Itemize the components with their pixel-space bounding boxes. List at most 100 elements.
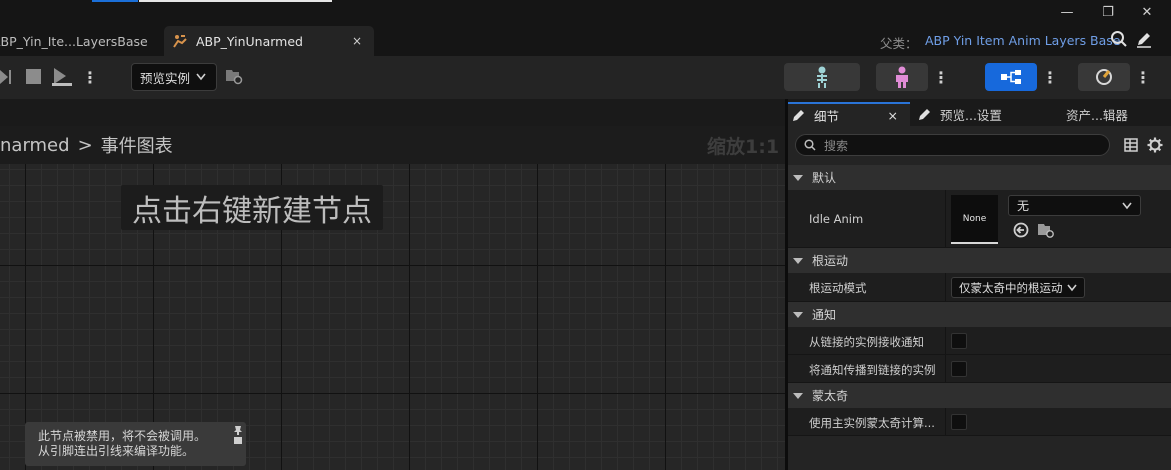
mesh-icon	[896, 66, 908, 88]
more-options-icon[interactable]: ⋮	[930, 63, 952, 91]
use-main-montage-checkbox[interactable]	[951, 414, 967, 430]
pin-icon[interactable]	[233, 425, 243, 445]
search-placeholder: 搜索	[824, 138, 849, 153]
property-label: 根运动模式	[809, 281, 867, 295]
parent-class-link[interactable]: ABP Yin Item Anim Layers Base	[925, 33, 1121, 48]
more-options-icon[interactable]: ⋮	[1132, 63, 1154, 91]
close-tab-button[interactable]: ×	[888, 108, 898, 123]
asset-picker-dropdown[interactable]: 无	[1008, 195, 1141, 216]
browse-folder-icon[interactable]	[1037, 222, 1055, 238]
menu-underline	[139, 0, 332, 2]
property-label: Idle Anim	[809, 212, 864, 226]
class-settings-icon	[1096, 69, 1112, 85]
root-motion-mode-dropdown[interactable]: 仅蒙太奇中的根运动	[951, 277, 1085, 298]
root-motion-mode-value: 仅蒙太奇中的根运动	[959, 280, 1063, 295]
column-separator	[945, 190, 946, 247]
details-search-input[interactable]: 搜索	[795, 134, 1110, 156]
tab-label: 细节	[814, 108, 840, 124]
parent-class-label: 父类：	[880, 36, 918, 51]
pencil-icon	[919, 109, 930, 120]
stop-icon[interactable]	[26, 69, 41, 84]
property-row-root-motion-mode: 根运动模式 仅蒙太奇中的根运动	[788, 273, 1171, 302]
tab-base-layers[interactable]: ABP_Yin_Ite...LayersBase	[0, 26, 163, 56]
gear-icon[interactable]	[1147, 137, 1163, 153]
play-icon[interactable]	[0, 68, 12, 86]
collapse-arrow-icon	[793, 174, 803, 181]
class-settings-button[interactable]	[1078, 63, 1130, 91]
breadcrumb: narmed > 事件图表	[0, 126, 785, 164]
anim-blueprint-icon	[173, 35, 187, 48]
section-default[interactable]: 默认	[788, 165, 1171, 190]
column-separator	[945, 273, 946, 301]
tab-label: 预览...设置	[940, 107, 1002, 123]
step-icon[interactable]	[52, 67, 72, 86]
section-title: 默认	[812, 171, 837, 185]
collapse-arrow-icon	[793, 257, 803, 264]
graph-hint: 点击右键新建节点	[121, 185, 383, 230]
tab-label: ABP_YinUnarmed	[196, 33, 303, 49]
collapse-arrow-icon	[793, 311, 803, 318]
notice-line: 从引脚连出引线来编译功能。	[38, 444, 195, 458]
close-tab-button[interactable]: ×	[352, 34, 362, 48]
notice-line: 此节点被禁用，将不会被调用。	[38, 429, 207, 443]
column-separator	[945, 327, 946, 354]
more-options-icon[interactable]: ⋮	[79, 63, 101, 91]
tab-asset-editor[interactable]: 资产...辑器	[1056, 102, 1171, 126]
property-label: 将通知传播到链接的实例	[809, 363, 936, 377]
preview-instance-label: 预览实例	[140, 70, 191, 86]
breadcrumb-graph[interactable]: 事件图表	[101, 132, 173, 158]
chevron-down-icon	[1122, 202, 1132, 209]
chevron-down-icon	[196, 73, 206, 81]
property-row-use-main-montage: 使用主实例蒙太奇计算...	[788, 408, 1171, 436]
column-separator	[945, 408, 946, 435]
tab-details[interactable]: 细节 ×	[788, 102, 910, 126]
section-title: 通知	[812, 308, 837, 322]
menu-highlight	[92, 0, 138, 2]
graph-mode-button[interactable]	[985, 63, 1037, 91]
breadcrumb-separator: >	[77, 134, 93, 156]
column-separator	[945, 355, 946, 382]
pencil-icon	[793, 110, 804, 121]
browse-folder-icon[interactable]	[225, 67, 243, 85]
receive-notifies-checkbox[interactable]	[951, 333, 967, 349]
edit-icon[interactable]	[1135, 30, 1153, 48]
section-montage[interactable]: 蒙太奇	[788, 383, 1171, 408]
tab-label: ABP_Yin_Ite...LayersBase	[0, 33, 148, 49]
close-window-button[interactable]: ✕	[1130, 0, 1164, 24]
breadcrumb-asset[interactable]: narmed	[0, 135, 70, 156]
more-options-icon[interactable]: ⋮	[1039, 63, 1061, 91]
graph-nodes-icon	[1001, 70, 1021, 84]
preview-instance-dropdown[interactable]: 预览实例	[131, 63, 217, 91]
graph-header-strip	[0, 99, 785, 126]
disabled-node-notice: 此节点被禁用，将不会被调用。 从引脚连出引线来编译功能。	[25, 422, 246, 466]
maximize-button[interactable]: ❐	[1091, 0, 1125, 24]
tab-preview-settings[interactable]: 预览...设置	[912, 102, 1052, 126]
property-label: 从链接的实例接收通知	[809, 335, 924, 349]
collapse-arrow-icon	[793, 392, 803, 399]
propagate-notifies-checkbox[interactable]	[951, 361, 967, 377]
tab-label: 资产...辑器	[1066, 107, 1128, 123]
zoom-level: 缩放1:1	[707, 136, 780, 158]
asset-thumbnail[interactable]: None	[951, 195, 998, 244]
use-selected-icon[interactable]	[1013, 222, 1029, 238]
search-icon	[804, 139, 816, 151]
tab-yin-unarmed[interactable]: ABP_YinUnarmed ×	[164, 26, 374, 56]
event-graph-canvas[interactable]	[0, 126, 785, 470]
property-row-idle-anim: Idle Anim None 无	[788, 190, 1171, 248]
thumbnail-label: None	[962, 213, 987, 224]
section-root-motion[interactable]: 根运动	[788, 248, 1171, 273]
property-label: 使用主实例蒙太奇计算...	[809, 416, 935, 430]
property-row-propagate-notifies: 将通知传播到链接的实例	[788, 355, 1171, 383]
mesh-button[interactable]	[876, 63, 928, 91]
minimize-button[interactable]: —	[1050, 0, 1084, 24]
section-title: 蒙太奇	[812, 389, 849, 403]
skeleton-button[interactable]	[784, 63, 860, 91]
section-title: 根运动	[812, 254, 849, 268]
search-icon[interactable]	[1110, 30, 1128, 48]
title-bar	[0, 0, 1171, 26]
property-row-receive-notifies: 从链接的实例接收通知	[788, 327, 1171, 355]
section-notify[interactable]: 通知	[788, 302, 1171, 327]
table-view-icon[interactable]	[1124, 138, 1138, 152]
asset-picker-value: 无	[1017, 199, 1030, 213]
chevron-down-icon	[1066, 284, 1077, 291]
